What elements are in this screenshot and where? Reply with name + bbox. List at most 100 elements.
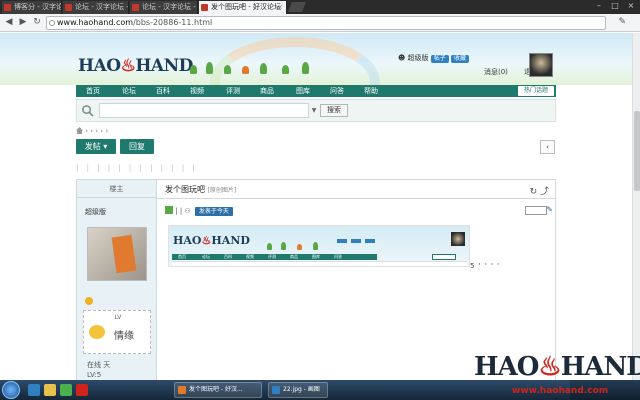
refresh-icon[interactable]: ↻ bbox=[530, 187, 538, 197]
taskbar-item-label: 发个图玩吧 - 好汉... bbox=[189, 386, 243, 393]
author-photo[interactable] bbox=[87, 227, 147, 281]
taskbar-item-paint[interactable]: 22.jpg - 画图 bbox=[268, 382, 328, 398]
minimize-icon[interactable]: – bbox=[592, 0, 606, 12]
wrench-icon[interactable]: ✎ bbox=[618, 17, 626, 27]
nav-item-qa[interactable]: 问答 bbox=[330, 85, 344, 97]
home-icon[interactable] bbox=[76, 127, 83, 134]
user-icon bbox=[165, 206, 173, 214]
tree-shape bbox=[282, 65, 289, 74]
back-page-button[interactable]: ‹ bbox=[540, 140, 555, 154]
post-tag: [原创图片] bbox=[207, 187, 237, 194]
nav-item-video[interactable]: 视频 bbox=[190, 85, 204, 97]
taskbar-item-browser[interactable]: 发个图玩吧 - 好汉... bbox=[174, 382, 262, 398]
tab-label: 发个图玩吧 - 好汉论坛 bbox=[211, 3, 281, 11]
browser-icon[interactable] bbox=[76, 384, 88, 396]
site-logo[interactable]: HAO♨HAND bbox=[78, 56, 193, 76]
chevron-down-icon[interactable]: ▼ bbox=[310, 103, 318, 118]
new-post-label: 发帖 bbox=[84, 142, 101, 151]
author-info: 在线 天 bbox=[87, 361, 111, 369]
medal-icon bbox=[85, 297, 93, 305]
user-messages: 消息(0) 退 bbox=[484, 67, 531, 77]
close-tab-icon[interactable]: × bbox=[277, 1, 283, 14]
reload-icon[interactable]: ↻ bbox=[30, 16, 44, 29]
browser-tab[interactable]: 论坛 - 汉字论坛 - 汉字 bbox=[63, 1, 129, 14]
new-tab-button[interactable] bbox=[288, 2, 306, 12]
tab-label: 博客分 - 汉字论坛 - bbox=[14, 3, 61, 11]
browser-icon bbox=[178, 386, 186, 394]
embedded-nav-item: 评测 bbox=[268, 254, 276, 259]
favorites-badge[interactable]: 收藏 bbox=[451, 55, 470, 63]
reply-button[interactable]: 回复 bbox=[120, 139, 154, 154]
nav-item-goods[interactable]: 商品 bbox=[260, 85, 274, 97]
address-bar: ◀ ▶ ↻ www.haohand.com/bbs-20886-11.html … bbox=[0, 14, 640, 32]
browser-tab-active[interactable]: 发个图玩吧 - 好汉论坛 × bbox=[199, 1, 287, 14]
search-input[interactable] bbox=[99, 103, 309, 118]
embedded-nav-item: 问答 bbox=[334, 254, 342, 259]
pencil-icon[interactable]: ✎ bbox=[546, 205, 553, 214]
url-path: /bbs-20886-11.html bbox=[133, 18, 213, 27]
flame-icon: ♨ bbox=[120, 56, 136, 76]
start-button[interactable] bbox=[2, 381, 20, 399]
nav-item-forum[interactable]: 论坛 bbox=[122, 85, 136, 97]
nav-item-wiki[interactable]: 百科 bbox=[156, 85, 170, 97]
nav-item-help[interactable]: 帮助 bbox=[364, 85, 378, 97]
url-field[interactable]: www.haohand.com/bbs-20886-11.html bbox=[46, 16, 606, 30]
nav-item-review[interactable]: 评测 bbox=[226, 85, 240, 97]
post-trailing-text: 5 ' ' ' ' bbox=[470, 262, 501, 270]
post-title: 发个图玩吧 [原创图片] bbox=[165, 184, 236, 195]
browser-tab[interactable]: 论坛 - 汉字论坛 - 汉字 bbox=[130, 1, 198, 14]
house-shape bbox=[297, 244, 302, 250]
scrollbar-thumb[interactable] bbox=[634, 111, 640, 191]
search-icon bbox=[82, 105, 94, 117]
embedded-screenshot[interactable]: HAO♨HAND 首页 论坛 百科 视频 评测 商品 图库 问答 bbox=[168, 225, 470, 267]
tab-label: 论坛 - 汉字论坛 - 汉字 bbox=[75, 3, 129, 11]
posts-badge[interactable]: 帖子 bbox=[430, 55, 449, 63]
search-button[interactable]: 搜索 bbox=[320, 104, 348, 117]
nav-item-home[interactable]: 首页 bbox=[86, 85, 100, 97]
tree-shape bbox=[313, 242, 318, 250]
back-arrow-icon[interactable]: ◀ bbox=[2, 16, 16, 29]
embedded-nav-item: 首页 bbox=[178, 254, 186, 259]
embedded-nav-item: 图库 bbox=[312, 254, 320, 259]
embedded-logo-post: HAND bbox=[211, 234, 250, 247]
author-name[interactable]: 超级版 bbox=[85, 207, 106, 217]
screen: 博客分 - 汉字论坛 - 论坛 - 汉字论坛 - 汉字 论坛 - 汉字论坛 - … bbox=[0, 0, 640, 400]
messages-link[interactable]: 消息(0) bbox=[484, 68, 508, 76]
media-icon[interactable] bbox=[60, 384, 72, 396]
nav-item-gallery[interactable]: 图库 bbox=[296, 85, 310, 97]
flame-icon: ♨ bbox=[538, 352, 561, 382]
tree-shape bbox=[281, 242, 286, 250]
hot-topics-button[interactable]: 热门话题 bbox=[517, 86, 554, 96]
tree-shape bbox=[224, 65, 231, 74]
avatar[interactable] bbox=[529, 53, 553, 77]
user-menu: ☻ 超级版 帖子 收藏 bbox=[398, 53, 470, 63]
ie-icon[interactable] bbox=[28, 384, 40, 396]
taskbar-item-label: 22.jpg - 画图 bbox=[283, 386, 320, 393]
post-title-text: 发个图玩吧 bbox=[165, 185, 205, 194]
smiley-icon bbox=[89, 325, 105, 339]
tree-shape bbox=[190, 65, 197, 74]
forward-arrow-icon[interactable]: ▶ bbox=[16, 16, 30, 29]
embedded-logo: HAO♨HAND bbox=[173, 234, 250, 247]
embedded-avatar bbox=[451, 232, 465, 246]
paint-icon bbox=[272, 386, 280, 394]
people-icon: ⚇ bbox=[184, 207, 191, 215]
new-post-button[interactable]: 发帖 ▾ bbox=[76, 139, 116, 154]
maximize-icon[interactable]: □ bbox=[608, 0, 622, 12]
page-scrollbar[interactable] bbox=[632, 33, 640, 380]
user-icon: ☻ bbox=[398, 54, 406, 62]
watermark: HAO♨HAND www.haohand.com bbox=[474, 352, 640, 400]
user-name[interactable]: 超级版 bbox=[408, 54, 429, 62]
breadcrumb: › › › › › bbox=[76, 127, 108, 135]
edit-field[interactable] bbox=[525, 206, 547, 215]
folder-icon[interactable] bbox=[44, 384, 56, 396]
tree-shape bbox=[206, 62, 213, 74]
embedded-hot-button bbox=[432, 254, 456, 260]
author-sidebar: 楼主 超级版 LV 情缘 在线 天 LV:5 bbox=[77, 180, 157, 389]
close-window-icon[interactable]: × bbox=[624, 0, 638, 12]
post-tools: ↻ ⤴ bbox=[530, 184, 549, 197]
browser-tab[interactable]: 博客分 - 汉字论坛 - bbox=[2, 1, 62, 14]
share-icon[interactable]: ⤴ bbox=[540, 187, 549, 197]
sidebar-head: 楼主 bbox=[77, 180, 156, 198]
book-shape bbox=[111, 234, 137, 274]
